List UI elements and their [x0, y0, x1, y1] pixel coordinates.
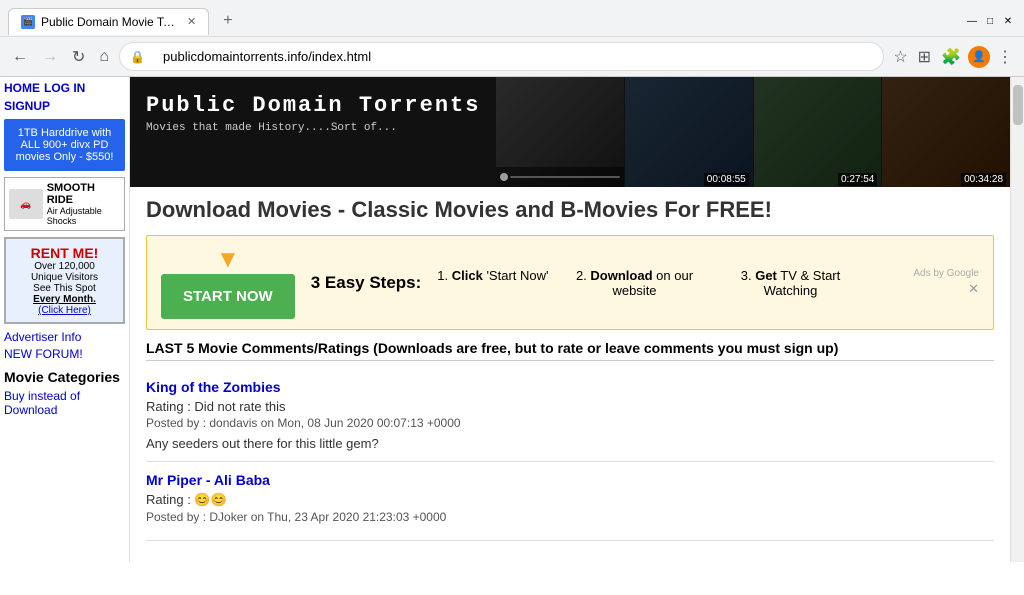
- sidebar-home-link[interactable]: HOME: [4, 81, 40, 95]
- site-banner: Public Domain Torrents Movies that made …: [130, 77, 1010, 187]
- ad-label: Ads by Google: [913, 268, 979, 279]
- tab-favicon: 🎬: [21, 15, 35, 29]
- sidebar-nav: HOME LOG IN SIGNUP: [4, 81, 125, 113]
- comment-2-posted: Posted by : DJoker on Thu, 23 Apr 2020 2…: [146, 510, 994, 524]
- comment-1-rating: Rating : Did not rate this: [146, 399, 994, 414]
- step-1: 1. Click 'Start Now': [437, 268, 548, 298]
- forward-button[interactable]: →: [38, 46, 62, 68]
- comment-1-movie[interactable]: King of the Zombies: [146, 379, 994, 395]
- advertiser-info-link[interactable]: Advertiser Info: [4, 330, 125, 344]
- main-content: Public Domain Torrents Movies that made …: [130, 77, 1010, 562]
- easy-steps-label: 3 Easy Steps:: [311, 273, 422, 293]
- main-body: Download Movies - Classic Movies and B-M…: [130, 187, 1010, 551]
- sidebar-login-link[interactable]: LOG IN: [44, 81, 85, 95]
- page-title: Download Movies - Classic Movies and B-M…: [146, 197, 994, 223]
- rent-me-line2: Unique Visitors: [10, 272, 119, 283]
- title-bar: 🎬 Public Domain Movie Torrents w... ✕ + …: [0, 0, 1024, 36]
- step-3: 3. Get TV & Start Watching: [721, 268, 861, 298]
- tab-close-button[interactable]: ✕: [187, 15, 196, 28]
- sidebar-bottom-links: Advertiser Info NEW FORUM!: [4, 330, 125, 361]
- smooth-ride-title: SMOOTH RIDE: [47, 182, 120, 206]
- comments-note: (Downloads are free, but to rate or leav…: [373, 340, 838, 356]
- comment-1-posted: Posted by : dondavis on Mon, 08 Jun 2020…: [146, 416, 994, 430]
- comment-1: King of the Zombies Rating : Did not rat…: [146, 369, 994, 462]
- banner-image-1: [496, 77, 624, 187]
- step3-number: 3.: [741, 268, 752, 283]
- window-controls: — □ ✕: [964, 13, 1016, 29]
- step2-number: 2.: [576, 268, 587, 283]
- comment-1-text: Any seeders out there for this little ge…: [146, 436, 994, 451]
- banner-image-2: 00:08:55: [625, 77, 753, 187]
- sidebar-signup-link[interactable]: SIGNUP: [4, 99, 50, 113]
- ad-strip: ▼ START NOW 3 Easy Steps: 1. Click 'Star…: [146, 235, 994, 330]
- comment-2: Mr Piper - Ali Baba Rating : 😊😊 Posted b…: [146, 462, 994, 541]
- address-bar: ← → ↻ ⌂ 🔒 ☆ ⊞ 🧩 👤 ⋮: [0, 36, 1024, 76]
- sidebar-category-links: Buy instead of Download: [4, 389, 125, 417]
- banner-subtitle: Movies that made History....Sort of...: [146, 122, 480, 134]
- banner-timestamp-3: 00:34:28: [961, 169, 1006, 185]
- banner-text: Public Domain Torrents Movies that made …: [130, 77, 496, 187]
- page-container: HOME LOG IN SIGNUP 1TB Harddrive with AL…: [0, 77, 1024, 562]
- download-arrow-icon: ▼: [216, 246, 240, 274]
- step1-bold: Click: [452, 268, 483, 283]
- rent-me-ad[interactable]: RENT ME! Over 120,000 Unique Visitors Se…: [4, 237, 125, 324]
- comment-2-movie[interactable]: Mr Piper - Ali Baba: [146, 472, 994, 488]
- scroll-thumb[interactable]: [1013, 85, 1023, 125]
- sidebar-ad-text: 1TB Harddrive with ALL 900+ divx PD movi…: [16, 127, 114, 163]
- rent-me-title: RENT ME!: [10, 245, 119, 261]
- banner-image-4: 00:34:28: [882, 77, 1010, 187]
- banner-title: Public Domain Torrents: [146, 93, 480, 118]
- refresh-button[interactable]: ↻: [68, 45, 89, 69]
- bookmark-button[interactable]: ☆: [890, 44, 910, 70]
- extensions-icon[interactable]: 🧩: [938, 44, 964, 70]
- start-now-button[interactable]: START NOW: [161, 274, 295, 319]
- banner-image-3: 0:27:54: [754, 77, 882, 187]
- lock-icon: 🔒: [130, 50, 145, 64]
- step1-number: 1.: [437, 268, 448, 283]
- step1-text: 'Start Now': [486, 268, 548, 283]
- restore-button[interactable]: □: [982, 13, 998, 29]
- new-tab-button[interactable]: +: [213, 6, 242, 36]
- browser-chrome: 🎬 Public Domain Movie Torrents w... ✕ + …: [0, 0, 1024, 77]
- ad-close-area: Ads by Google ✕: [913, 268, 979, 297]
- ad-close-button[interactable]: ✕: [968, 281, 979, 297]
- menu-button[interactable]: ⋮: [994, 44, 1016, 70]
- scrollbar[interactable]: [1010, 77, 1024, 562]
- sidebar: HOME LOG IN SIGNUP 1TB Harddrive with AL…: [0, 77, 130, 562]
- toolbar-icons: ☆ ⊞ 🧩 👤 ⋮: [890, 44, 1016, 70]
- new-forum-link[interactable]: NEW FORUM!: [4, 347, 125, 361]
- profile-icon[interactable]: 👤: [968, 46, 990, 68]
- comment-2-rating: Rating : 😊😊: [146, 492, 994, 508]
- home-button[interactable]: ⌂: [95, 46, 113, 68]
- step3-bold: Get: [755, 268, 777, 283]
- active-tab[interactable]: 🎬 Public Domain Movie Torrents w... ✕: [8, 8, 209, 35]
- rent-me-line4: Every Month.: [10, 294, 119, 305]
- close-button[interactable]: ✕: [1000, 13, 1016, 29]
- minimize-button[interactable]: —: [964, 13, 980, 29]
- ad-download-area: ▼ START NOW: [161, 246, 295, 319]
- steps-list: 1. Click 'Start Now' 2. Download on our …: [437, 268, 860, 298]
- tab-title: Public Domain Movie Torrents w...: [41, 15, 181, 29]
- back-button[interactable]: ←: [8, 46, 32, 68]
- step2-bold: Download: [590, 268, 652, 283]
- url-input[interactable]: [151, 45, 873, 68]
- step-2: 2. Download on our website: [565, 268, 705, 298]
- buy-instead-link[interactable]: Buy instead of Download: [4, 389, 125, 417]
- sidebar-smooth-ride-ad[interactable]: 🚗 SMOOTH RIDE Air Adjustable Shocks: [4, 177, 125, 231]
- sidebar-top-ad[interactable]: 1TB Harddrive with ALL 900+ divx PD movi…: [4, 119, 125, 171]
- rent-me-line3: See This Spot: [10, 283, 119, 294]
- movie-categories-heading: Movie Categories: [4, 369, 125, 385]
- comments-heading: LAST 5 Movie Comments/Ratings (Downloads…: [146, 340, 994, 361]
- rent-me-line1: Over 120,000: [10, 261, 119, 272]
- grid-icon[interactable]: ⊞: [915, 44, 934, 70]
- smooth-ride-subtitle: Air Adjustable Shocks: [47, 206, 120, 226]
- comments-heading-bold: LAST 5 Movie Comments/Ratings: [146, 340, 369, 356]
- banner-timestamp-1: 00:08:55: [704, 169, 749, 185]
- banner-timestamp-2: 0:27:54: [838, 169, 877, 185]
- rent-me-link[interactable]: (Click Here): [38, 305, 91, 316]
